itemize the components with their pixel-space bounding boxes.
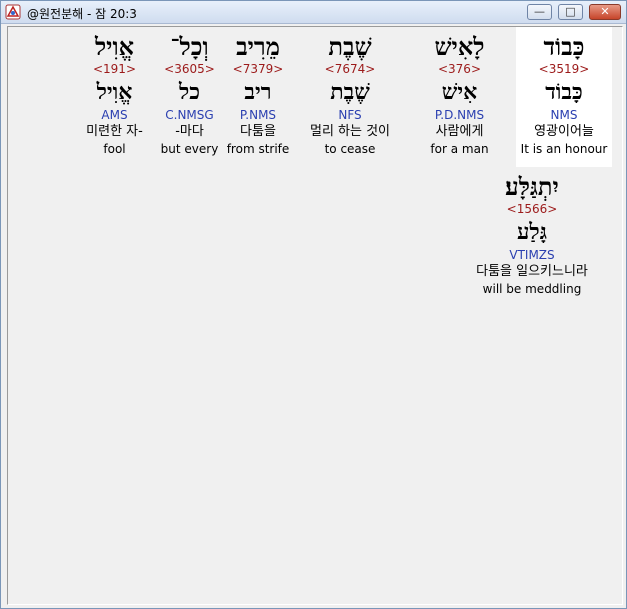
morphology-code: P.NMS xyxy=(239,108,277,122)
hebrew-word: שֶׁבֶת xyxy=(328,32,372,61)
lemma: כָּבוֹד xyxy=(545,79,583,105)
minimize-icon: — xyxy=(534,5,545,18)
lemma: ריב xyxy=(244,79,272,105)
close-icon: ✕ xyxy=(600,5,610,18)
morphology-code: AMS xyxy=(101,108,128,122)
korean-gloss: -마다 xyxy=(175,124,204,139)
lemma: אֱוִיל xyxy=(96,79,133,105)
word-column-1[interactable]: אֱוִיל <191> אֱוִיל AMS 미련한 자- fool xyxy=(72,33,157,157)
english-gloss: but every xyxy=(160,142,219,156)
maximize-icon: □ xyxy=(565,5,576,18)
app-icon xyxy=(5,4,21,20)
lemma: שֶׁבֶת xyxy=(330,79,370,105)
word-column-3[interactable]: מֵרִיב <7379> ריב P.NMS 다툼을 from strife xyxy=(223,33,293,157)
maximize-button[interactable]: □ xyxy=(558,4,583,20)
lemma: כל xyxy=(178,79,201,105)
title-bar[interactable]: @원전분해 - 잠 20:3 — □ ✕ xyxy=(1,1,626,24)
morphology-code: VTIMZS xyxy=(509,248,555,262)
strong-number: <7674> xyxy=(324,62,376,76)
hebrew-word: לָאִישׁ xyxy=(434,32,485,61)
app-window: @원전분해 - 잠 20:3 — □ ✕ אֱוִיל <191> אֱוִיל… xyxy=(0,0,627,609)
strong-number: <191> xyxy=(92,62,136,76)
english-gloss: to cease xyxy=(324,142,376,156)
strong-number: <3519> xyxy=(538,62,590,76)
english-gloss: for a man xyxy=(430,142,489,156)
korean-gloss: 사람에게 xyxy=(435,124,484,139)
minimize-button[interactable]: — xyxy=(527,4,552,20)
korean-gloss: 미련한 자- xyxy=(86,124,143,139)
korean-gloss: 다툼을 일으키느니라 xyxy=(476,264,588,279)
lemma: גָּלַע xyxy=(516,219,547,245)
close-button[interactable]: ✕ xyxy=(589,4,621,20)
hebrew-word: יִתְגַּלָּע׃ xyxy=(505,172,559,201)
morphology-code: C.NMSG xyxy=(165,108,214,122)
english-gloss: fool xyxy=(103,142,126,156)
english-gloss: from strife xyxy=(226,142,290,156)
word-column-5[interactable]: לָאִישׁ <376> אִישׁ P.D.NMS 사람에게 for a m… xyxy=(418,33,501,157)
lemma: אִישׁ xyxy=(441,79,478,105)
analysis-view: אֱוִיל <191> אֱוִיל AMS 미련한 자- fool וְכָ… xyxy=(7,26,623,605)
strong-number: <1566> xyxy=(506,202,558,216)
korean-gloss: 멀리 하는 것이 xyxy=(309,124,391,139)
english-gloss: It is an honour xyxy=(520,142,608,156)
word-column-4[interactable]: שֶׁבֶת <7674> שֶׁבֶת NFS 멀리 하는 것이 to cea… xyxy=(295,33,405,157)
korean-gloss: 영광이어늘 xyxy=(534,124,594,139)
window-title: @원전분해 - 잠 20:3 xyxy=(27,7,137,21)
word-column-7[interactable]: יִתְגַּלָּע׃ <1566> גָּלַע VTIMZS 다툼을 일으… xyxy=(452,173,612,297)
english-gloss: will be meddling xyxy=(482,282,582,296)
morphology-code: NMS xyxy=(550,108,578,122)
strong-number: <376> xyxy=(437,62,481,76)
morphology-code: P.D.NMS xyxy=(434,108,485,122)
hebrew-word: אֱוִיל xyxy=(94,32,135,61)
word-column-2[interactable]: וְכָל־ <3605> כל C.NMSG -마다 but every xyxy=(156,33,223,157)
word-column-6-selected[interactable]: כָּבוֹד <3519> כָּבוֹד NMS 영광이어늘 It is a… xyxy=(516,27,612,167)
hebrew-word: וְכָל־ xyxy=(170,32,209,61)
morphology-code: NFS xyxy=(338,108,362,122)
strong-number: <7379> xyxy=(232,62,284,76)
hebrew-word: כָּבוֹד xyxy=(543,32,585,61)
strong-number: <3605> xyxy=(164,62,215,76)
korean-gloss: 다툼을 xyxy=(240,124,276,139)
hebrew-word: מֵרִיב xyxy=(236,32,280,61)
